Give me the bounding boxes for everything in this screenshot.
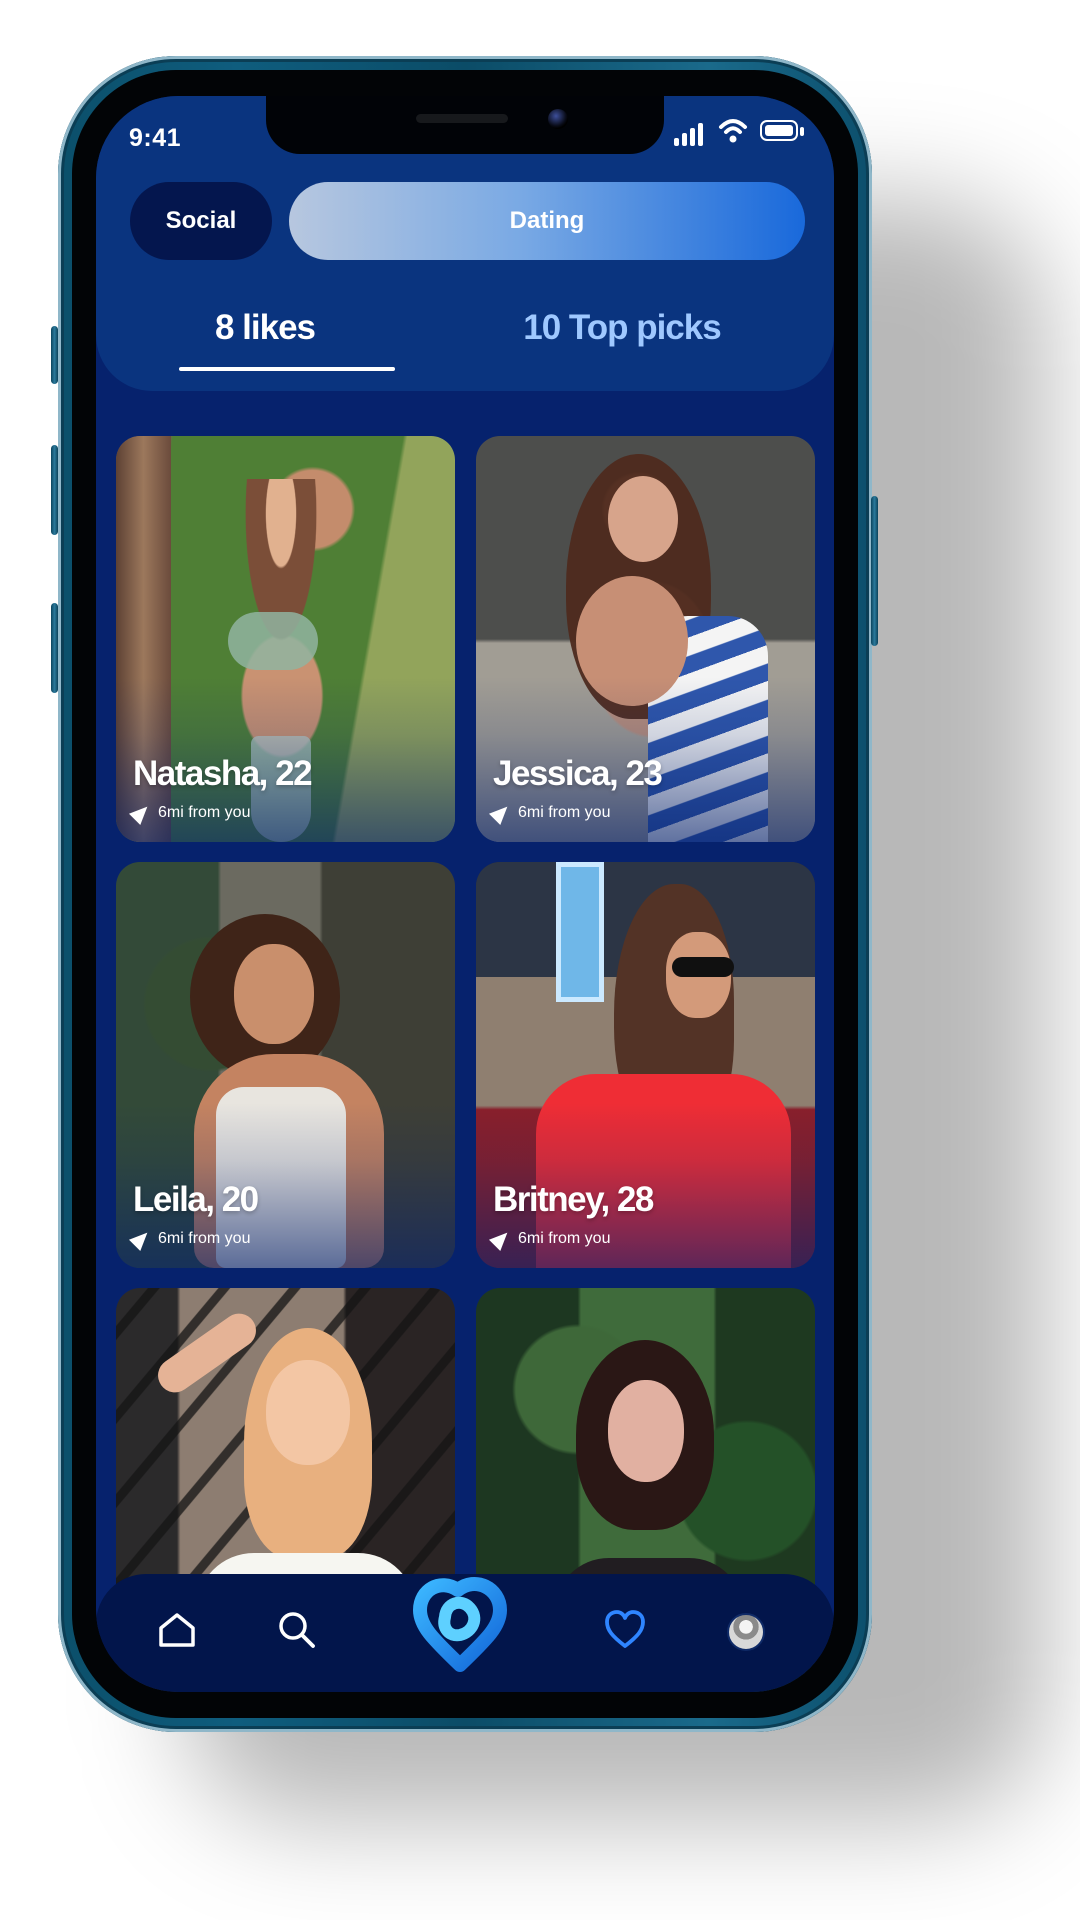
- dating-tab[interactable]: Dating: [289, 182, 805, 260]
- home-icon[interactable]: [154, 1607, 200, 1653]
- location-icon: [488, 1226, 514, 1252]
- location-icon: [128, 1226, 154, 1252]
- likes-tab[interactable]: 8 likes: [157, 308, 373, 348]
- side-button: [871, 496, 878, 646]
- app-logo-icon[interactable]: [400, 1560, 520, 1680]
- speaker-grille: [416, 114, 508, 123]
- status-time: 9:41: [129, 124, 182, 152]
- phone-mockup-scene: 9:41 Social Dating 8 likes 10 Top picks: [0, 0, 1080, 1920]
- profile-card[interactable]: Britney, 28 6mi from you: [476, 862, 815, 1268]
- distance-text: 6mi from you: [158, 804, 251, 821]
- wifi-icon: [719, 119, 747, 143]
- phone-notch: [266, 96, 664, 154]
- distance-text: 6mi from you: [158, 1230, 251, 1247]
- battery-icon: [760, 120, 808, 145]
- profile-distance: 6mi from you: [128, 1226, 251, 1252]
- search-icon[interactable]: [274, 1607, 320, 1653]
- location-icon: [128, 800, 154, 826]
- side-button: [51, 445, 58, 535]
- profile-distance: 6mi from you: [488, 1226, 611, 1252]
- front-camera: [548, 109, 568, 129]
- profile-distance: 6mi from you: [488, 800, 611, 826]
- profile-card[interactable]: Leila, 20 6mi from you: [116, 862, 455, 1268]
- profile-distance: 6mi from you: [128, 800, 251, 826]
- profile-name: Jessica, 23: [493, 754, 663, 793]
- profile-card[interactable]: Natasha, 22 6mi from you: [116, 436, 455, 842]
- profile-name: Britney, 28: [493, 1180, 654, 1219]
- heart-icon[interactable]: [602, 1607, 648, 1653]
- social-tab[interactable]: Social: [130, 182, 272, 260]
- distance-text: 6mi from you: [518, 1230, 611, 1247]
- top-picks-tab[interactable]: 10 Top picks: [496, 308, 748, 348]
- profile-name: Natasha, 22: [133, 754, 313, 793]
- location-icon: [488, 800, 514, 826]
- dating-app-screen: 9:41 Social Dating 8 likes 10 Top picks: [96, 96, 834, 1692]
- side-button: [51, 326, 58, 384]
- signal-icon: [674, 120, 708, 146]
- profile-card[interactable]: Jessica, 23 6mi from you: [476, 436, 815, 842]
- side-button: [51, 603, 58, 693]
- bottom-navigation-bar: [96, 1574, 834, 1692]
- profile-avatar[interactable]: [727, 1613, 765, 1651]
- profile-name: Leila, 20: [133, 1180, 259, 1219]
- selected-tab-underline: [179, 367, 395, 371]
- distance-text: 6mi from you: [518, 804, 611, 821]
